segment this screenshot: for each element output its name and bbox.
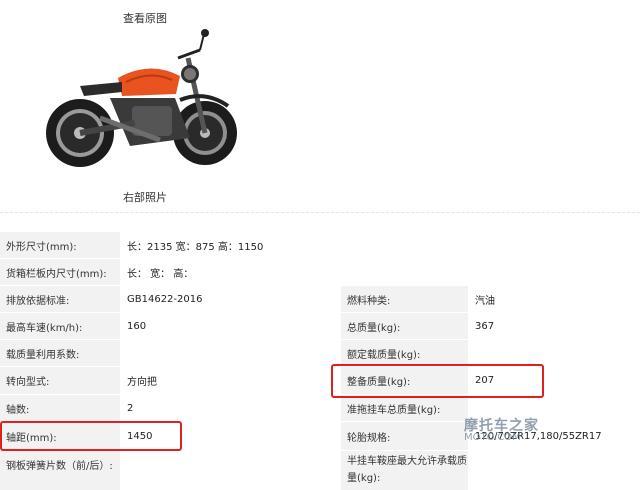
table-row: 轴距(mm): 1450 轮胎规格: 120/70ZR17,180/55ZR17 — [0, 422, 640, 450]
value-dimensions: 长：2135 宽：875 高：1150 — [121, 232, 640, 258]
value-rated-load — [469, 340, 640, 366]
value-leaf-springs — [121, 451, 340, 490]
label-max-speed: 最高车速(km/h): — [0, 313, 120, 339]
table-row: 外形尺寸(mm): 长：2135 宽：875 高：1150 — [0, 232, 640, 258]
label-wheelbase: 轴距(mm): — [0, 422, 120, 450]
label-tire-spec: 轮胎规格: — [341, 422, 468, 450]
value-load-coefficient — [121, 340, 340, 366]
label-saddle-load: 半挂车鞍座最大允许承载质量(kg): — [341, 451, 468, 490]
value-gross-mass: 367 — [469, 313, 640, 339]
table-row: 载质量利用系数: 额定载质量(kg): — [0, 340, 640, 366]
label-leaf-springs: 钢板弹簧片数（前/后）: — [0, 451, 120, 490]
label-emission-standard: 排放依据标准: — [0, 286, 120, 312]
value-saddle-load — [469, 451, 640, 490]
value-emission-standard: GB14622-2016 — [121, 286, 340, 312]
table-row: 货箱栏板内尺寸(mm): 长： 宽： 高： — [0, 259, 640, 285]
label-cargo-box-size: 货箱栏板内尺寸(mm): — [0, 259, 120, 285]
value-cargo-box-size: 长： 宽： 高： — [121, 259, 640, 285]
table-row: 轴数: 2 准拖挂车总质量(kg): — [0, 395, 640, 421]
value-axle-count: 2 — [121, 395, 340, 421]
photo-caption: 右部照片 — [123, 191, 167, 204]
value-steering-type: 方向把 — [121, 367, 340, 394]
label-steering-type: 转向型式: — [0, 367, 120, 394]
value-wheelbase: 1450 — [121, 422, 340, 450]
view-original-link[interactable]: 查看原图 — [100, 10, 190, 26]
label-axle-count: 轴数: — [0, 395, 120, 421]
table-row: 转向型式: 方向把 整备质量(kg): 207 — [0, 367, 640, 394]
label-fuel-type: 燃料种类: — [341, 286, 468, 312]
label-gross-mass: 总质量(kg): — [341, 313, 468, 339]
section-divider — [0, 212, 640, 213]
motorcycle-photo[interactable] — [40, 28, 260, 183]
value-curb-weight: 207 — [469, 367, 640, 394]
label-rated-load: 额定载质量(kg): — [341, 340, 468, 366]
label-dimensions: 外形尺寸(mm): — [0, 232, 120, 258]
value-max-speed: 160 — [121, 313, 340, 339]
value-fuel-type: 汽油 — [469, 286, 640, 312]
table-row: 钢板弹簧片数（前/后）: 半挂车鞍座最大允许承载质量(kg): — [0, 451, 640, 490]
table-row: 最高车速(km/h): 160 总质量(kg): 367 — [0, 313, 640, 339]
label-load-coefficient: 载质量利用系数: — [0, 340, 120, 366]
watermark: 摩托车之家 MOTO.COM — [464, 418, 539, 443]
label-curb-weight: 整备质量(kg): — [341, 367, 468, 394]
label-trailer-mass: 准拖挂车总质量(kg): — [341, 395, 468, 421]
table-row: 排放依据标准: GB14622-2016 燃料种类: 汽油 — [0, 286, 640, 312]
